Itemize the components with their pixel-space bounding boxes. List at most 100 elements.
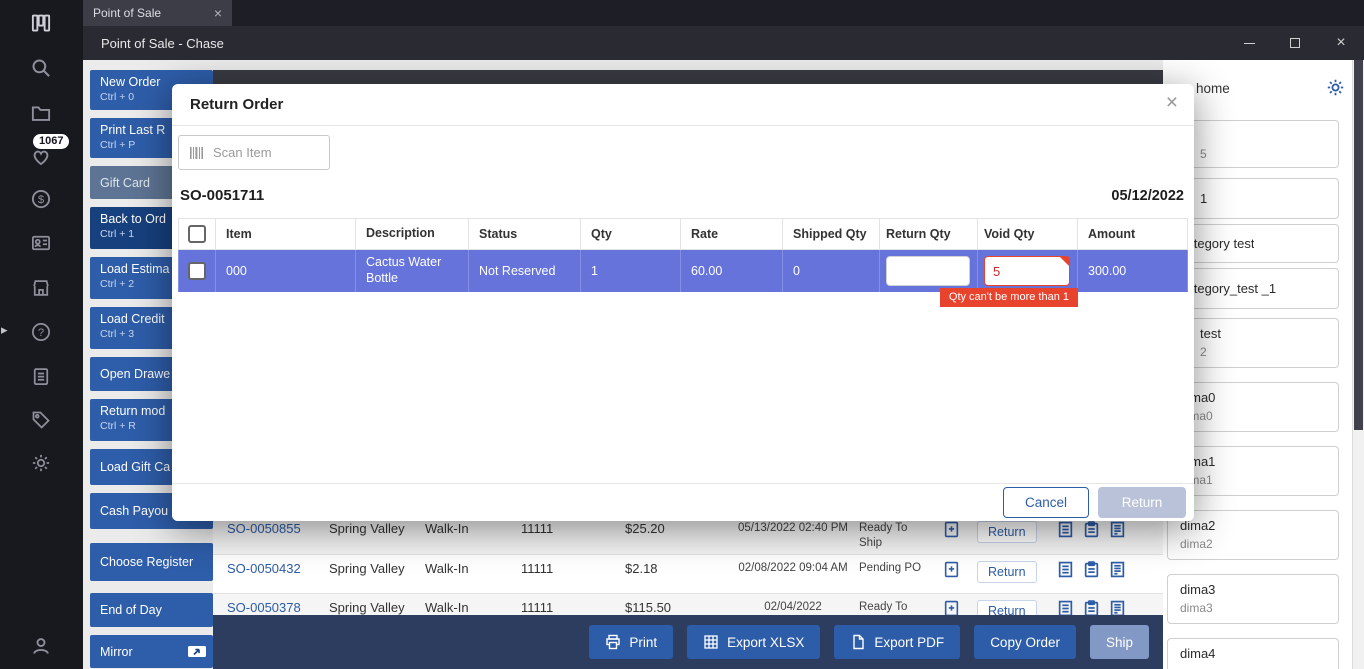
order-status: Pending PO bbox=[853, 561, 933, 576]
ship-button[interactable]: Ship bbox=[1090, 625, 1149, 659]
menu-end-of-day-button[interactable]: End of Day bbox=[90, 593, 213, 627]
vertical-scrollbar[interactable] bbox=[1352, 60, 1364, 669]
category-tile[interactable]: dima4 bbox=[1167, 638, 1339, 669]
modal-title: Return Order bbox=[190, 96, 283, 113]
item-shipped-qty: 0 bbox=[783, 250, 880, 292]
nav-rail: 1067 $ ? ▸ bbox=[0, 0, 83, 669]
search-icon[interactable] bbox=[30, 57, 52, 79]
store-icon[interactable] bbox=[30, 277, 52, 299]
pack-slip-icon[interactable] bbox=[1083, 561, 1100, 578]
item-description: Cactus Water Bottle bbox=[356, 250, 469, 292]
payments-icon[interactable]: $ bbox=[30, 188, 52, 210]
return-button[interactable]: Return bbox=[1098, 487, 1186, 518]
tab-bar: Point of Sale × bbox=[83, 0, 1364, 26]
expand-arrow-icon[interactable]: ▸ bbox=[1, 322, 8, 338]
menu-choose-register-button[interactable]: Choose Register bbox=[90, 543, 213, 581]
order-customer: Spring Valley bbox=[313, 561, 409, 576]
user-icon[interactable] bbox=[30, 635, 52, 657]
maximize-button[interactable] bbox=[1272, 26, 1318, 60]
order-link[interactable]: SO-0050378 bbox=[213, 600, 313, 615]
load-order-icon[interactable] bbox=[933, 561, 973, 578]
category-breadcrumb: home bbox=[1196, 81, 1230, 96]
bottom-action-bar: Print Export XLSX Export PDF Copy Order … bbox=[213, 615, 1163, 669]
order-type: Walk-In bbox=[409, 521, 505, 536]
pack-slip-icon[interactable] bbox=[1083, 521, 1100, 538]
void-qty-input[interactable] bbox=[984, 256, 1070, 286]
item-rate: 60.00 bbox=[681, 250, 783, 292]
tab-point-of-sale[interactable]: Point of Sale × bbox=[83, 0, 232, 26]
return-qty-input[interactable] bbox=[886, 256, 970, 286]
mirror-icon bbox=[187, 644, 207, 660]
order-number: 11111 bbox=[505, 521, 601, 536]
orders-toolbar-strip bbox=[213, 70, 1163, 84]
print-icon bbox=[605, 634, 621, 650]
item-qty: 1 bbox=[581, 250, 681, 292]
tasks-icon[interactable] bbox=[30, 365, 52, 387]
order-date: 05/13/2022 02:40 PM bbox=[733, 521, 853, 536]
cancel-button[interactable]: Cancel bbox=[1003, 487, 1089, 518]
load-order-icon[interactable] bbox=[933, 521, 973, 538]
order-amount: $2.18 bbox=[601, 561, 693, 576]
title-bar: Point of Sale - Chase × bbox=[83, 26, 1364, 60]
scan-item-input[interactable] bbox=[178, 135, 330, 170]
tab-close-icon[interactable]: × bbox=[214, 5, 222, 21]
modal-order-date: 05/12/2022 bbox=[1111, 188, 1184, 204]
maximize-icon bbox=[1290, 38, 1300, 48]
svg-text:?: ? bbox=[38, 327, 44, 339]
category-tile[interactable]: dima3 dima3 bbox=[1167, 574, 1339, 624]
row-checkbox[interactable] bbox=[188, 262, 206, 280]
order-customer: Spring Valley bbox=[313, 521, 409, 536]
help-icon[interactable]: ? bbox=[30, 321, 52, 343]
xlsx-icon bbox=[703, 634, 719, 650]
order-row[interactable]: SO-0050432 Spring Valley Walk-In 11111 $… bbox=[213, 555, 1163, 594]
contacts-icon[interactable] bbox=[30, 232, 52, 254]
modal-close-icon[interactable]: × bbox=[1166, 91, 1178, 115]
export-xlsx-button[interactable]: Export XLSX bbox=[687, 625, 820, 659]
menu-mirror-button[interactable]: Mirror bbox=[90, 635, 213, 668]
select-all-checkbox[interactable] bbox=[188, 225, 206, 243]
panel-settings-icon[interactable] bbox=[1326, 78, 1345, 102]
close-button[interactable]: × bbox=[1318, 26, 1364, 60]
window-controls: × bbox=[1226, 26, 1364, 60]
return-table-header: Item Description Status Qty Rate Shipped… bbox=[178, 218, 1188, 250]
order-type: Walk-In bbox=[409, 561, 505, 576]
receipt-icon[interactable] bbox=[1057, 561, 1074, 578]
return-item-row[interactable]: 000 Cactus Water Bottle Not Reserved 1 6… bbox=[178, 250, 1188, 292]
dashboard-icon[interactable] bbox=[30, 12, 52, 34]
minimize-icon bbox=[1244, 43, 1255, 44]
order-number: 11111 bbox=[505, 600, 601, 615]
folder-icon[interactable] bbox=[30, 102, 52, 124]
return-items-table: Item Description Status Qty Rate Shipped… bbox=[178, 218, 1188, 292]
invoice-icon[interactable] bbox=[1109, 561, 1126, 578]
order-status: Ready To Ship bbox=[853, 521, 933, 551]
order-link[interactable]: SO-0050855 bbox=[213, 521, 313, 536]
favorites-icon[interactable] bbox=[30, 146, 52, 168]
export-pdf-button[interactable]: Export PDF bbox=[834, 625, 960, 659]
order-amount: $115.50 bbox=[601, 600, 693, 615]
row-return-button[interactable]: Return bbox=[977, 561, 1037, 583]
print-button[interactable]: Print bbox=[589, 625, 673, 659]
copy-order-button[interactable]: Copy Order bbox=[974, 625, 1076, 659]
item-status: Not Reserved bbox=[469, 250, 581, 292]
order-link[interactable]: SO-0050432 bbox=[213, 561, 313, 576]
app-window: 1067 $ ? ▸ Point of Sale × bbox=[0, 0, 1364, 669]
barcode-icon bbox=[189, 145, 205, 161]
window-title: Point of Sale - Chase bbox=[101, 36, 224, 51]
pdf-icon bbox=[850, 634, 866, 650]
item-amount: 300.00 bbox=[1078, 250, 1188, 292]
row-return-button[interactable]: Return bbox=[977, 521, 1037, 543]
order-row[interactable]: SO-0050855 Spring Valley Walk-In 11111 $… bbox=[213, 515, 1163, 555]
error-corner-marker bbox=[1060, 257, 1069, 266]
minimize-button[interactable] bbox=[1226, 26, 1272, 60]
scan-item-field[interactable] bbox=[213, 145, 313, 160]
tag-icon[interactable] bbox=[30, 409, 52, 431]
notification-badge: 1067 bbox=[33, 134, 69, 149]
return-order-modal: Return Order × SO-0051711 05/12/2022 Ite… bbox=[172, 84, 1194, 521]
order-amount: $25.20 bbox=[601, 521, 693, 536]
error-tooltip: Qty can't be more than 1 bbox=[940, 288, 1078, 307]
order-type: Walk-In bbox=[409, 600, 505, 615]
scrollbar-thumb[interactable] bbox=[1354, 60, 1363, 430]
settings-icon[interactable] bbox=[30, 452, 52, 474]
invoice-icon[interactable] bbox=[1109, 521, 1126, 538]
receipt-icon[interactable] bbox=[1057, 521, 1074, 538]
